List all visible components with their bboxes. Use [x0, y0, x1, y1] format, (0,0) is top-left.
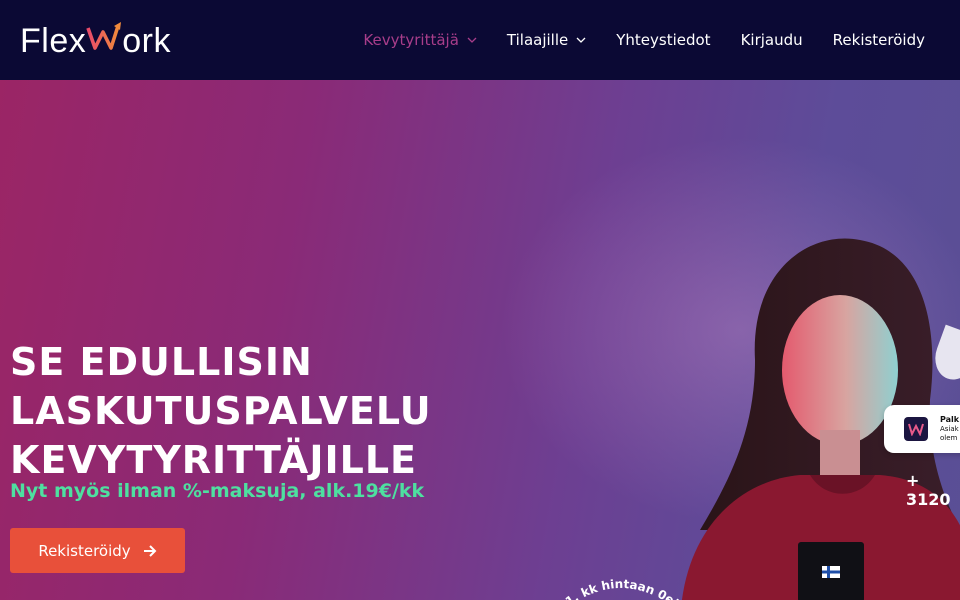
nav-item-label: Rekisteröidy	[832, 31, 925, 49]
nav-item-yhteystiedot[interactable]: Yhteystiedot	[616, 31, 710, 49]
nav-item-label: Kirjaudu	[740, 31, 803, 49]
nav-item-tilaajille[interactable]: Tilaajille	[507, 31, 586, 49]
nav-item-label: Tilaajille	[506, 31, 569, 49]
rating-card: Palk Asiak olem	[884, 405, 960, 453]
hero-title-line: KEVYTYRITTÄJILLE	[10, 438, 418, 482]
register-button-label: Rekisteröidy	[38, 541, 131, 560]
logo-w-icon	[86, 21, 122, 50]
user-counter: + 3120	[906, 471, 951, 509]
finland-flag-icon	[822, 566, 840, 578]
card-line: olem	[940, 434, 958, 442]
nav-item-label: Yhteystiedot	[616, 31, 711, 49]
chevron-down-icon	[467, 37, 477, 43]
hero-title-line: LASKUTUSPALVELU	[10, 389, 432, 433]
card-line: Asiak	[940, 425, 959, 433]
hero-subtitle: Nyt myös ilman %-maksuja, alk.19€/kk	[10, 480, 425, 502]
register-button[interactable]: Rekisteröidy	[10, 528, 185, 573]
card-logo-icon	[904, 417, 928, 441]
promo-text: 1. kk hintaan 0e!	[563, 577, 682, 600]
promo-badge: 1. kk hintaan 0e!	[563, 577, 682, 600]
card-text: Palk Asiak olem	[940, 415, 959, 443]
nav-item-label: Kevytyrittäjä	[363, 31, 459, 49]
logo-text-prefix: Flex	[20, 21, 87, 60]
hero-section: SE EDULLISIN LASKUTUSPALVELU KEVYTYRITTÄ…	[0, 80, 960, 600]
svg-text:1. kk hintaan 0e!: 1. kk hintaan 0e!	[563, 577, 682, 600]
logo-text-suffix: ork	[122, 21, 171, 60]
language-switcher[interactable]	[798, 542, 864, 600]
main-nav: Kevytyrittäjä Tilaajille Yhteystiedot Ki…	[363, 0, 925, 80]
nav-item-kevytyrittaja[interactable]: Kevytyrittäjä	[363, 31, 477, 49]
site-header: Flex ork Kevytyrittäjä Tilaajille Yhteys…	[0, 0, 960, 80]
arrow-right-icon	[143, 544, 157, 557]
nav-item-rekisteroidy[interactable]: Rekisteröidy	[833, 31, 925, 49]
hero-title-line: SE EDULLISIN	[10, 340, 313, 384]
hero-title: SE EDULLISIN LASKUTUSPALVELU KEVYTYRITTÄ…	[10, 338, 530, 485]
logo-w	[86, 21, 122, 61]
nav-item-kirjaudu[interactable]: Kirjaudu	[741, 31, 803, 49]
flexwork-logo[interactable]: Flex ork	[20, 21, 171, 61]
card-title: Palk	[940, 415, 960, 424]
chevron-down-icon	[576, 37, 586, 43]
